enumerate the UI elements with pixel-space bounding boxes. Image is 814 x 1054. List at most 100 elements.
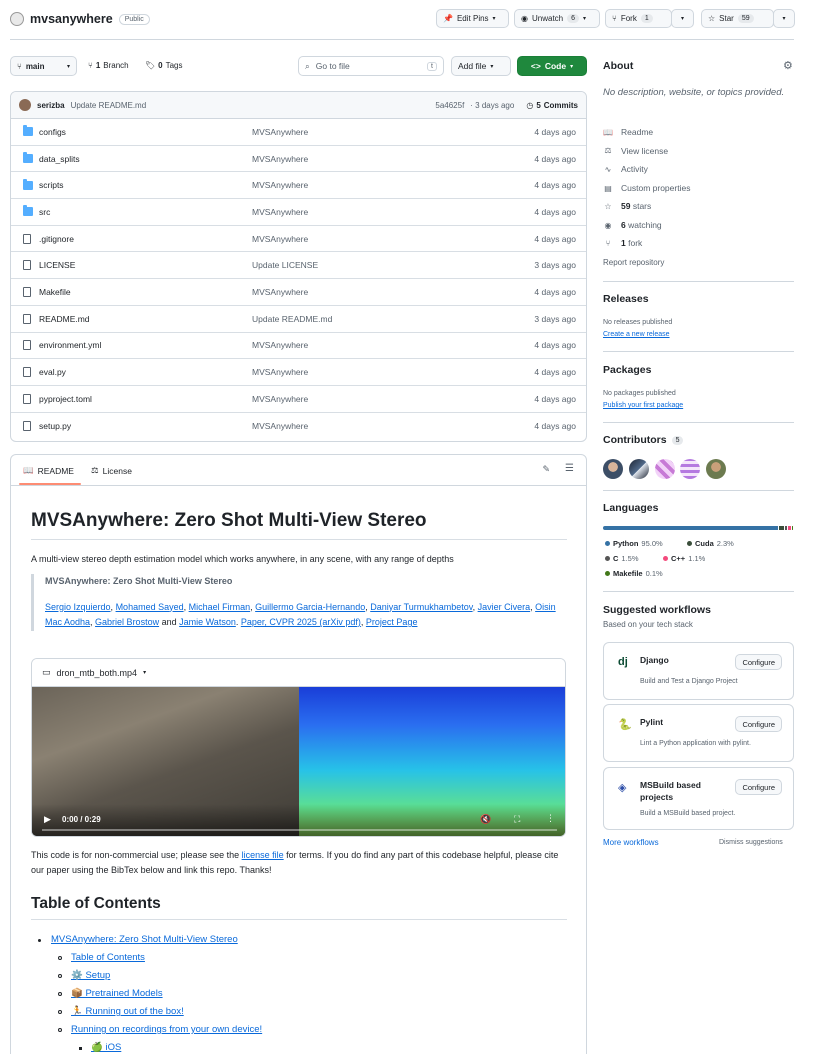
stars-link[interactable]: ☆ 59 stars — [603, 201, 651, 211]
toc-link[interactable]: 🏃 Running out of the box! — [71, 1006, 184, 1017]
branches-link[interactable]: ⑂ 1 Branch — [88, 61, 129, 70]
avatar[interactable] — [680, 459, 700, 479]
dismiss-suggestions-link[interactable]: Dismiss suggestions — [719, 839, 783, 846]
toc-root-link[interactable]: MVSAnywhere: Zero Shot Multi-View Stereo — [51, 934, 238, 945]
more-workflows-link[interactable]: More workflows — [603, 838, 659, 847]
author-link[interactable]: Gabriel Brostow — [95, 617, 159, 627]
table-row[interactable]: setup.py MVSAnywhere 4 days ago — [11, 413, 586, 440]
publish-package-link[interactable]: Publish your first package — [603, 402, 683, 409]
table-row[interactable]: scripts MVSAnywhere 4 days ago — [11, 172, 586, 200]
repo-name[interactable]: mvsanywhere — [30, 12, 113, 26]
about-link[interactable]: ⚖ View license — [603, 146, 668, 156]
language-item[interactable]: Cuda 2.3% — [687, 539, 734, 548]
file-commit-message[interactable]: MVSAnywhere — [252, 207, 308, 217]
avatar[interactable] — [19, 99, 31, 111]
about-link[interactable]: ∿ Activity — [603, 164, 648, 174]
tab-license[interactable]: ⚖ License — [91, 465, 132, 476]
file-name[interactable]: Makefile — [39, 287, 71, 297]
code-button[interactable]: <> Code ▾ — [517, 56, 587, 76]
author-link[interactable]: Mohamed Sayed — [116, 602, 184, 612]
file-commit-message[interactable]: MVSAnywhere — [252, 234, 308, 244]
toc-link[interactable]: 📦 Pretrained Models — [71, 988, 163, 999]
commit-message[interactable]: Update README.md — [71, 101, 147, 110]
project-page-link[interactable]: Project Page — [366, 617, 418, 627]
about-link[interactable]: ▤ Custom properties — [603, 183, 690, 193]
file-name[interactable]: scripts — [39, 180, 64, 190]
language-item[interactable]: Python 95.0% — [605, 539, 663, 548]
create-release-link[interactable]: Create a new release — [603, 331, 670, 338]
toc-sub-link[interactable]: 🍏 iOS — [91, 1042, 121, 1053]
outline-icon[interactable]: ☰ — [565, 463, 574, 474]
file-commit-message[interactable]: Update README.md — [252, 314, 332, 324]
author-link[interactable]: Javier Civera — [478, 602, 531, 612]
tags-link[interactable]: 🏷 0 Tags — [145, 61, 183, 70]
toc-link[interactable]: ⚙️ Setup — [71, 970, 110, 981]
file-commit-message[interactable]: MVSAnywhere — [252, 421, 308, 431]
forks-link[interactable]: ⑂ 1 fork — [603, 238, 643, 248]
commits-link[interactable]: ◷ 5 Commits — [526, 101, 578, 110]
table-row[interactable]: pyproject.toml MVSAnywhere 4 days ago — [11, 386, 586, 413]
file-commit-message[interactable]: MVSAnywhere — [252, 180, 308, 190]
file-commit-message[interactable]: Update LICENSE — [252, 260, 318, 270]
commit-author[interactable]: serizba — [37, 101, 65, 110]
author-link[interactable]: Daniyar Turmukhambetov — [370, 602, 472, 612]
file-commit-message[interactable]: MVSAnywhere — [252, 127, 308, 137]
file-name[interactable]: setup.py — [39, 421, 71, 431]
avatar[interactable] — [629, 459, 649, 479]
video-header[interactable]: ▭ dron_mtb_both.mp4 ▾ — [32, 659, 565, 687]
watching-link[interactable]: ◉ 6 watching — [603, 220, 662, 230]
table-row[interactable]: README.md Update README.md 3 days ago — [11, 306, 586, 333]
table-row[interactable]: eval.py MVSAnywhere 4 days ago — [11, 359, 586, 386]
language-item[interactable]: C 1.5% — [605, 554, 639, 563]
toc-link[interactable]: Table of Contents — [71, 952, 145, 963]
report-repository-link[interactable]: Report repository — [603, 258, 664, 267]
commit-hash[interactable]: 5a4625f — [435, 101, 464, 110]
file-name[interactable]: eval.py — [39, 367, 66, 377]
unwatch-button[interactable]: ◉ Unwatch 6 ▾ — [514, 9, 600, 28]
file-name[interactable]: src — [39, 207, 50, 217]
file-commit-message[interactable]: MVSAnywhere — [252, 394, 308, 404]
table-row[interactable]: configs MVSAnywhere 4 days ago — [11, 119, 586, 146]
mute-icon[interactable]: 🔇 — [480, 814, 491, 825]
video-progress-track[interactable] — [42, 829, 557, 831]
video-frame[interactable]: ▶ 0:00 / 0:29 🔇 ⛶ ⋮ — [32, 687, 565, 836]
contributors-heading[interactable]: Contributors 5 — [603, 434, 684, 446]
avatar[interactable] — [603, 459, 623, 479]
configure-button[interactable]: Configure — [735, 716, 782, 732]
add-file-button[interactable]: Add file ▾ — [451, 56, 511, 76]
file-name[interactable]: LICENSE — [39, 260, 75, 270]
file-name[interactable]: data_splits — [39, 154, 80, 164]
more-options-icon[interactable]: ⋮ — [546, 813, 555, 824]
author-link[interactable]: Sergio Izquierdo — [45, 602, 111, 612]
table-row[interactable]: Makefile MVSAnywhere 4 days ago — [11, 279, 586, 306]
edit-pins-button[interactable]: 📌 Edit Pins ▾ — [436, 9, 509, 28]
table-row[interactable]: environment.yml MVSAnywhere 4 days ago — [11, 333, 586, 360]
toc-link[interactable]: Running on recordings from your own devi… — [71, 1024, 262, 1035]
releases-heading[interactable]: Releases — [603, 293, 649, 305]
fork-button[interactable]: ⑂ Fork 1 — [605, 9, 672, 28]
play-icon[interactable]: ▶ — [44, 814, 51, 825]
configure-button[interactable]: Configure — [735, 654, 782, 670]
fork-dropdown-button[interactable]: ▾ — [671, 9, 694, 28]
tab-readme[interactable]: 📖 README — [23, 465, 74, 476]
file-commit-message[interactable]: MVSAnywhere — [252, 367, 308, 377]
file-name[interactable]: configs — [39, 127, 66, 137]
language-item[interactable]: Makefile 0.1% — [605, 569, 663, 578]
file-name[interactable]: pyproject.toml — [39, 394, 92, 404]
file-commit-message[interactable]: MVSAnywhere — [252, 154, 308, 164]
table-row[interactable]: .gitignore MVSAnywhere 4 days ago — [11, 226, 586, 253]
packages-heading[interactable]: Packages — [603, 364, 651, 376]
file-commit-message[interactable]: MVSAnywhere — [252, 287, 308, 297]
file-commit-message[interactable]: MVSAnywhere — [252, 340, 308, 350]
star-button[interactable]: ☆ Star 59 — [701, 9, 774, 28]
avatar[interactable] — [655, 459, 675, 479]
avatar[interactable] — [706, 459, 726, 479]
author-link[interactable]: Guillermo Garcia-Hernando — [255, 602, 365, 612]
go-to-file-input[interactable]: ⌕ Go to file t — [298, 56, 444, 76]
paper-link[interactable]: Paper, CVPR 2025 (arXiv pdf) — [241, 617, 361, 627]
fullscreen-icon[interactable]: ⛶ — [514, 814, 520, 825]
file-name[interactable]: .gitignore — [39, 234, 74, 244]
star-dropdown-button[interactable]: ▾ — [773, 9, 795, 28]
about-link[interactable]: 📖 Readme — [603, 127, 653, 137]
language-item[interactable]: C++ 1.1% — [663, 554, 705, 563]
